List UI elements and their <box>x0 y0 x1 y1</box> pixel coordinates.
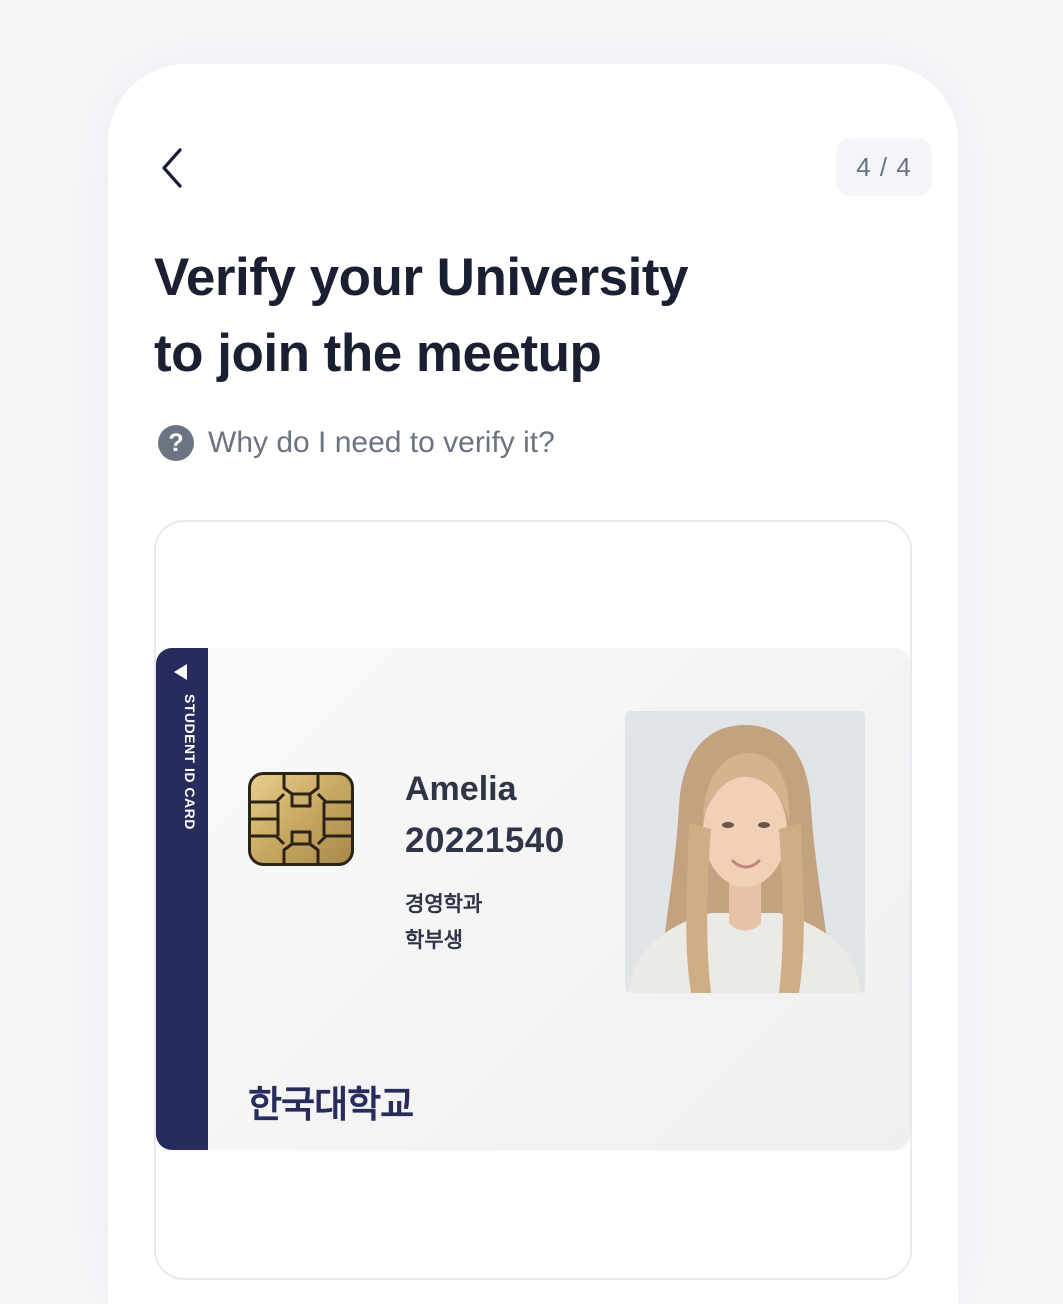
id-card-side-strip: STUDENT ID CARD <box>156 648 208 1150</box>
student-level: 학부생 <box>405 929 463 952</box>
student-id-card: STUDENT ID CARD Amelia 20221540 경영학과 학부생… <box>156 648 910 1150</box>
page-title: Verify your University to join the meetu… <box>154 240 854 392</box>
step-indicator: 4 / 4 <box>836 138 932 196</box>
chevron-left-icon <box>162 148 182 188</box>
student-photo <box>625 711 865 993</box>
university-name: 한국대학교 <box>248 1084 414 1125</box>
question-circle-icon: ? <box>158 425 194 461</box>
id-card-type-label: STUDENT ID CARD <box>182 694 198 830</box>
triangle-left-icon <box>174 664 187 680</box>
why-verify-link[interactable]: ? Why do I need to verify it? <box>158 422 555 464</box>
student-number: 20221540 <box>405 821 565 860</box>
page-title-line-1: Verify your University <box>154 248 688 307</box>
student-department: 경영학과 <box>405 893 483 916</box>
page-title-line-2: to join the meetup <box>154 324 602 383</box>
back-button[interactable] <box>152 142 192 194</box>
student-name: Amelia <box>405 770 517 808</box>
why-verify-text: Why do I need to verify it? <box>208 426 555 459</box>
chip-icon <box>248 772 354 866</box>
